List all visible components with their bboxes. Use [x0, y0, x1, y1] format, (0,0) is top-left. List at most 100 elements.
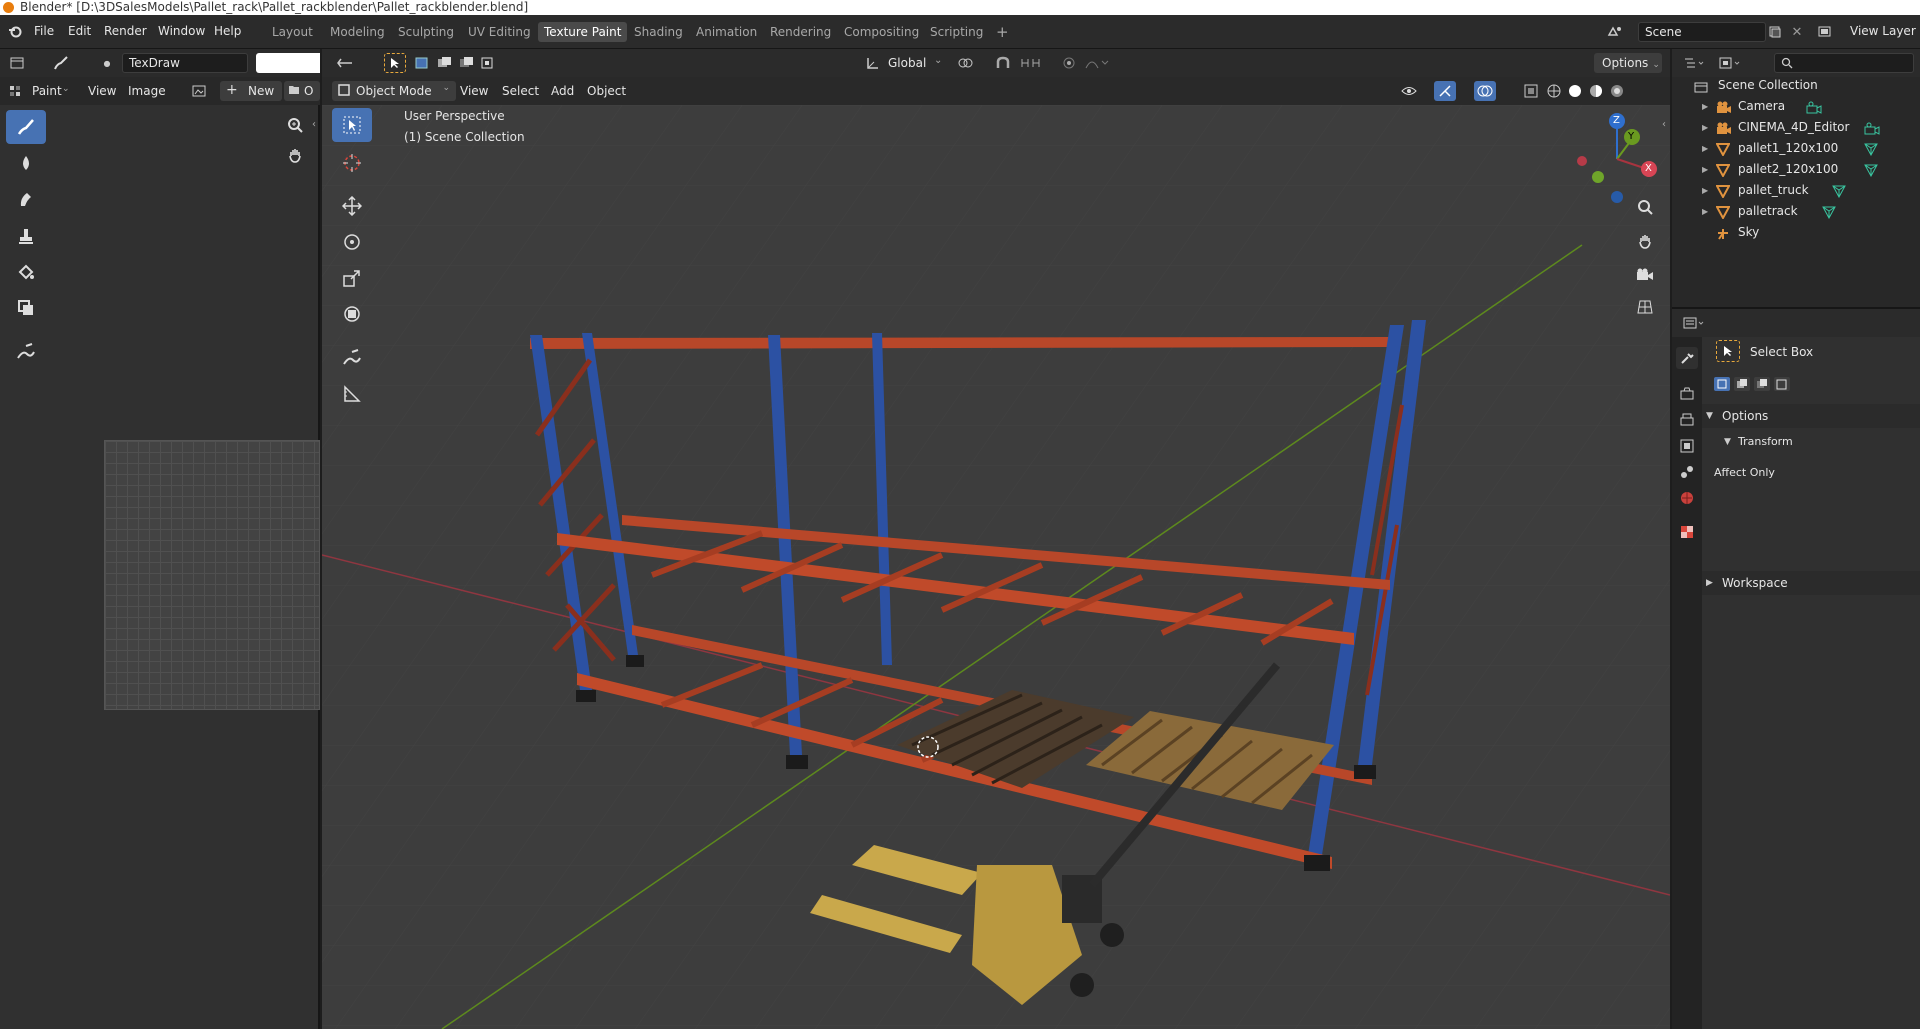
outliner-item[interactable]: ▶ palletrack — [1672, 201, 1920, 222]
pan-hand-icon[interactable] — [284, 145, 306, 165]
select-mode-icons[interactable] — [414, 53, 504, 73]
tab-rendering[interactable]: Rendering — [764, 22, 837, 42]
display-mode-icon[interactable] — [1716, 53, 1744, 73]
image-browse-icon[interactable] — [188, 81, 210, 101]
transform-tool[interactable] — [332, 297, 372, 331]
view-menu[interactable]: View — [88, 84, 116, 98]
brush-color-swatch[interactable] — [256, 53, 320, 73]
annotate-tool[interactable] — [332, 341, 372, 375]
annotate-tool-button[interactable] — [6, 335, 46, 369]
outliner-search-input[interactable] — [1774, 53, 1914, 73]
view-layer-tab-icon[interactable] — [1676, 435, 1698, 457]
output-tab-icon[interactable] — [1676, 409, 1698, 431]
camera-view-icon[interactable] — [1634, 265, 1656, 285]
gizmo-toggle-icon[interactable] — [1434, 81, 1456, 101]
scene-name-field[interactable]: Scene — [1638, 22, 1766, 42]
select-mode-buttons[interactable] — [1712, 375, 1796, 393]
image-menu[interactable]: Image — [128, 84, 166, 98]
zoom-icon[interactable] — [1634, 197, 1656, 217]
xray-toggle-icon[interactable] — [1520, 81, 1542, 101]
fill-tool-button[interactable] — [6, 255, 46, 289]
scene-render[interactable] — [322, 105, 1670, 1029]
smear-tool-button[interactable] — [6, 182, 46, 216]
brush-name-field[interactable]: TexDraw — [122, 53, 248, 73]
orientation-dropdown[interactable]: Global — [888, 56, 926, 70]
expand-arrow-icon[interactable]: ▶ — [1702, 138, 1708, 159]
view-layer-icon[interactable] — [1814, 22, 1836, 42]
viewport-select-menu[interactable]: Select — [502, 84, 539, 98]
transform-pivot-icon[interactable] — [334, 53, 356, 73]
tab-scripting[interactable]: Scripting — [924, 22, 989, 42]
world-tab-icon[interactable] — [1676, 487, 1698, 509]
tab-modeling[interactable]: Modeling — [324, 22, 391, 42]
pivot-point-icon[interactable] — [954, 53, 976, 73]
tab-shading[interactable]: Shading — [628, 22, 689, 42]
zoom-icon[interactable] — [284, 115, 306, 135]
snap-icon[interactable] — [992, 53, 1014, 73]
tab-layout[interactable]: Layout — [266, 22, 319, 42]
pan-hand-icon[interactable] — [1634, 231, 1656, 251]
tab-uv-editing[interactable]: UV Editing — [462, 22, 537, 42]
scale-tool[interactable] — [332, 261, 372, 295]
outliner-scene-collection[interactable]: Scene Collection — [1672, 75, 1920, 96]
new-image-button[interactable]: + New — [220, 81, 282, 101]
clone-tool-button[interactable] — [6, 219, 46, 253]
soften-tool-button[interactable] — [6, 146, 46, 180]
tab-texture-paint[interactable]: Texture Paint — [538, 22, 628, 42]
falloff-icon[interactable] — [1082, 53, 1114, 73]
outliner-item[interactable]: ▶ pallet2_120x100 — [1672, 159, 1920, 180]
visibility-eye-icon[interactable] — [1398, 81, 1420, 101]
move-tool[interactable] — [332, 189, 372, 223]
expand-arrow-icon[interactable]: ▶ — [1702, 159, 1708, 180]
open-image-button[interactable]: O — [284, 81, 320, 101]
properties-editor-type-icon[interactable] — [1680, 313, 1708, 333]
menu-edit[interactable]: Edit — [68, 24, 91, 38]
new-scene-icon[interactable] — [1764, 22, 1786, 42]
transform-subpanel-header[interactable]: ▼ Transform — [1702, 430, 1920, 454]
proportional-edit-icon[interactable] — [1058, 53, 1080, 73]
expand-arrow-icon[interactable]: ▶ — [1702, 117, 1708, 138]
tool-tab-icon[interactable] — [1676, 347, 1698, 369]
add-workspace-button[interactable]: + — [990, 22, 1015, 42]
snap-target-icon[interactable] — [1016, 53, 1052, 73]
tab-sculpting[interactable]: Sculpting — [392, 22, 460, 42]
mask-tool-button[interactable] — [6, 291, 46, 325]
tab-compositing[interactable]: Compositing — [838, 22, 925, 42]
render-tab-icon[interactable] — [1676, 383, 1698, 405]
options-panel-header[interactable]: ▼ Options — [1702, 404, 1920, 428]
outliner-item[interactable]: ▶ pallet1_120x100 — [1672, 138, 1920, 159]
texture-tab-icon[interactable] — [1676, 521, 1698, 543]
select-box-tool[interactable] — [332, 108, 372, 142]
workspace-panel-header[interactable]: ▶ Workspace — [1702, 571, 1920, 595]
outliner-editor-type-icon[interactable] — [1680, 53, 1708, 73]
expand-arrow-icon[interactable]: ▶ — [1702, 180, 1708, 201]
outliner-item[interactable]: ▶ pallet_truck — [1672, 180, 1920, 201]
outliner-item[interactable]: ▶ Camera — [1672, 96, 1920, 117]
select-tool-icon[interactable] — [384, 53, 406, 73]
measure-tool[interactable] — [332, 377, 372, 411]
outliner-item[interactable]: Sky — [1672, 222, 1920, 243]
expand-arrow-icon[interactable]: ▶ — [1702, 201, 1708, 222]
options-dropdown[interactable]: Options ⌄ — [1594, 53, 1662, 73]
menu-help[interactable]: Help — [214, 24, 241, 38]
viewport-add-menu[interactable]: Add — [551, 84, 574, 98]
brush-icon[interactable] — [50, 53, 72, 73]
menu-render[interactable]: Render — [104, 24, 147, 38]
shading-mode-icons[interactable] — [1544, 81, 1630, 101]
editor-type-icon[interactable] — [6, 53, 28, 73]
blender-menu-icon[interactable] — [4, 22, 26, 42]
mode-dropdown[interactable]: Paint — [32, 84, 62, 98]
viewport-view-menu[interactable]: View — [460, 84, 488, 98]
menu-window[interactable]: Window — [158, 24, 205, 38]
object-mode-dropdown[interactable]: Object Mode ⌄ — [332, 81, 456, 101]
viewport-object-menu[interactable]: Object — [587, 84, 626, 98]
view-layer-name[interactable]: View Layer — [1850, 24, 1916, 38]
outliner-item[interactable]: ▶ CINEMA_4D_Editor — [1672, 117, 1920, 138]
remove-scene-icon[interactable]: ✕ — [1786, 22, 1808, 42]
rotate-tool[interactable] — [332, 225, 372, 259]
overlays-toggle-icon[interactable] — [1474, 81, 1496, 101]
image-canvas-grid[interactable] — [104, 440, 320, 710]
scene-tab-icon[interactable] — [1676, 461, 1698, 483]
collapse-arrow-icon[interactable]: ‹ — [312, 119, 316, 130]
3d-viewport[interactable]: Global ⌄ Options ⌄ Object Mode ⌄ View Sel… — [322, 49, 1670, 1029]
